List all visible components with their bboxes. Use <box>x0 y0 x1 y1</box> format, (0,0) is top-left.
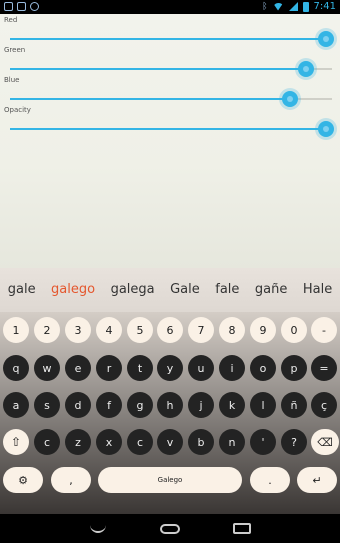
key-u[interactable]: u <box>188 355 214 381</box>
suggestion-item[interactable]: fale <box>208 268 248 312</box>
enter-key[interactable]: ↵ <box>297 467 337 493</box>
slider-track-green[interactable] <box>10 61 332 77</box>
backspace-key[interactable]: ⌫ <box>311 429 339 455</box>
key-0[interactable]: 0 <box>281 317 307 343</box>
slider-label-red: Red <box>4 16 18 24</box>
slider-track-blue[interactable] <box>10 91 332 107</box>
key-y[interactable]: y <box>157 355 183 381</box>
slider-label-opacity: Opacity <box>4 106 31 114</box>
key-9[interactable]: 9 <box>250 317 276 343</box>
key-1[interactable]: 1 <box>3 317 29 343</box>
key-equals[interactable]: = <box>311 355 337 381</box>
slider-track-red[interactable] <box>10 31 334 47</box>
key-r[interactable]: r <box>96 355 122 381</box>
bluetooth-icon: ᛒ <box>262 1 268 12</box>
recent-apps-icon[interactable] <box>233 523 251 534</box>
shift-key[interactable]: ⇧ <box>3 429 29 455</box>
key-s[interactable]: s <box>34 392 60 418</box>
color-settings-panel: Red Green Blue Opacity <box>0 14 340 268</box>
battery-icon <box>302 1 309 12</box>
key-e[interactable]: e <box>65 355 91 381</box>
key-w[interactable]: w <box>34 355 60 381</box>
slider-fill-red <box>10 38 326 40</box>
key-c2[interactable]: c <box>127 429 153 455</box>
wifi-icon <box>272 2 284 11</box>
slider-green: Green <box>0 46 340 77</box>
letter-row-1: q w e r t y u i o p = <box>0 355 340 383</box>
comma-key[interactable]: , <box>51 467 91 493</box>
slider-track-opacity[interactable] <box>10 121 334 137</box>
number-row: 1 2 3 4 5 6 7 8 9 0 - <box>0 317 340 345</box>
suggestion-item[interactable]: gale <box>0 268 43 312</box>
period-key[interactable]: . <box>250 467 290 493</box>
suggestion-item-highlighted[interactable]: galego <box>43 268 103 312</box>
slider-thumb-blue[interactable] <box>282 91 299 107</box>
slider-fill-green <box>10 68 307 70</box>
settings-key[interactable]: ⚙ <box>3 467 43 493</box>
key-5[interactable]: 5 <box>127 317 153 343</box>
key-g[interactable]: g <box>127 392 153 418</box>
key-b[interactable]: b <box>188 429 214 455</box>
key-f[interactable]: f <box>96 392 122 418</box>
bottom-row: ⚙ , Galego . ↵ <box>0 467 340 495</box>
suggestion-item[interactable]: gañe <box>247 268 295 312</box>
status-bar: ᛒ 7:41 <box>0 0 340 14</box>
suggestion-item[interactable]: galega <box>103 268 163 312</box>
keyboard: 1 2 3 4 5 6 7 8 9 0 - q w e r t y u i o … <box>0 312 340 514</box>
slider-blue: Blue <box>0 76 340 107</box>
back-icon[interactable] <box>90 525 106 533</box>
key-l[interactable]: l <box>250 392 276 418</box>
key-j[interactable]: j <box>188 392 214 418</box>
key-q[interactable]: q <box>3 355 29 381</box>
slider-thumb-red[interactable] <box>317 31 334 47</box>
home-icon[interactable] <box>160 524 180 534</box>
navigation-bar <box>0 514 340 543</box>
slider-fill-opacity <box>10 128 326 130</box>
key-8[interactable]: 8 <box>219 317 245 343</box>
key-3[interactable]: 3 <box>65 317 91 343</box>
slider-opacity: Opacity <box>0 106 340 137</box>
letter-row-2: a s d f g h j k l ñ ç <box>0 392 340 420</box>
android-icon <box>30 2 39 11</box>
key-v[interactable]: v <box>157 429 183 455</box>
slider-label-green: Green <box>4 46 26 54</box>
suggestion-strip: gale galego galega Gale fale gañe Hale <box>0 268 340 312</box>
slider-red: Red <box>0 16 340 47</box>
slider-thumb-green[interactable] <box>298 61 315 77</box>
suggestion-item[interactable]: Hale <box>295 268 340 312</box>
notification-icon <box>4 2 13 11</box>
key-i[interactable]: i <box>219 355 245 381</box>
key-o[interactable]: o <box>250 355 276 381</box>
key-apostrophe[interactable]: ' <box>250 429 276 455</box>
slider-thumb-opacity[interactable] <box>317 121 334 137</box>
key-d[interactable]: d <box>65 392 91 418</box>
space-key[interactable]: Galego <box>98 467 242 493</box>
key-z[interactable]: z <box>65 429 91 455</box>
key-2[interactable]: 2 <box>34 317 60 343</box>
key-7[interactable]: 7 <box>188 317 214 343</box>
key-k[interactable]: k <box>219 392 245 418</box>
key-question[interactable]: ? <box>281 429 307 455</box>
suggestion-item[interactable]: Gale <box>162 268 207 312</box>
key-a[interactable]: a <box>3 392 29 418</box>
key-4[interactable]: 4 <box>96 317 122 343</box>
slider-fill-blue <box>10 98 291 100</box>
signal-icon <box>288 2 298 11</box>
slider-label-blue: Blue <box>4 76 20 84</box>
key-n[interactable]: n <box>219 429 245 455</box>
bag-icon <box>17 2 26 11</box>
key-p[interactable]: p <box>281 355 307 381</box>
key-x[interactable]: x <box>96 429 122 455</box>
clock: 7:41 <box>313 1 336 12</box>
key-c[interactable]: c <box>34 429 60 455</box>
key-t[interactable]: t <box>127 355 153 381</box>
key-c-cedilla[interactable]: ç <box>311 392 337 418</box>
key-minus[interactable]: - <box>311 317 337 343</box>
key-n-tilde[interactable]: ñ <box>281 392 307 418</box>
letter-row-3: ⇧ c z x c v b n ' ? ⌫ <box>0 429 340 457</box>
key-h[interactable]: h <box>157 392 183 418</box>
key-6[interactable]: 6 <box>157 317 183 343</box>
